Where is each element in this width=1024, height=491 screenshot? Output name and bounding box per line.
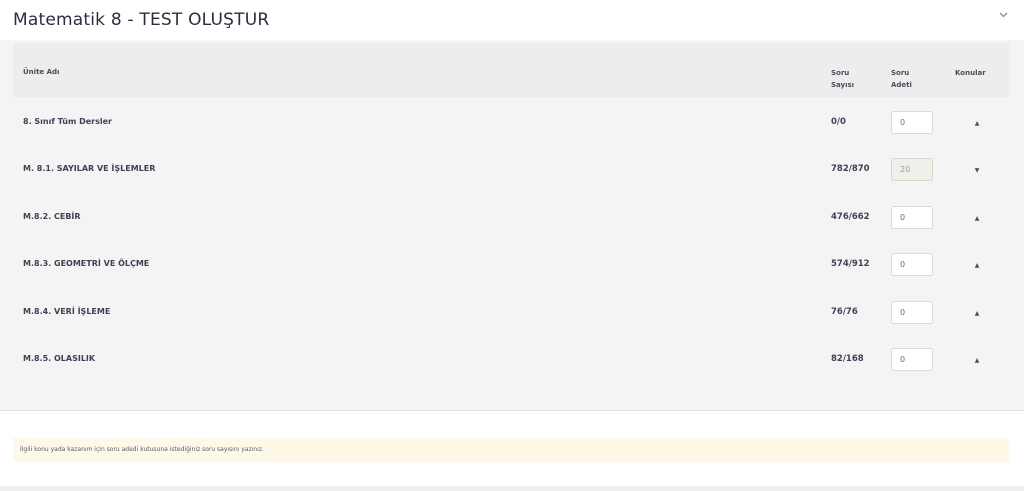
caret-up-icon[interactable]: ▲: [970, 212, 984, 224]
column-question-qty: Soru Adeti: [891, 67, 912, 91]
question-count: 476/662: [831, 212, 870, 222]
question-qty-input[interactable]: [891, 158, 933, 181]
column-question-count-line1: Soru: [831, 69, 850, 77]
info-notice: İlgili konu yada kazanım için soru adedi…: [13, 438, 1009, 462]
table-row: 8. Sınıf Tüm Dersler 0/0 ▲: [13, 100, 1009, 147]
card-header: Matematik 8 - TEST OLUŞTUR: [0, 0, 1024, 40]
test-builder-card: Matematik 8 - TEST OLUŞTUR Ünite Adı Sor…: [0, 0, 1024, 491]
caret-up-icon[interactable]: ▲: [970, 354, 984, 366]
card-bottom-edge: [0, 486, 1024, 491]
page-title: Matematik 8 - TEST OLUŞTUR: [13, 10, 270, 30]
caret-up-icon[interactable]: ▲: [970, 259, 984, 271]
caret-up-icon[interactable]: ▲: [970, 307, 984, 319]
units-panel: Ünite Adı Soru Sayısı Soru Adeti Konular…: [0, 40, 1024, 411]
question-qty-input[interactable]: [891, 206, 933, 229]
table-row: M.8.2. CEBİR 476/662 ▲: [13, 195, 1009, 242]
caret-up-icon[interactable]: ▲: [970, 117, 984, 129]
question-count: 76/76: [831, 307, 858, 317]
unit-name: M.8.5. OLASILIK: [23, 354, 96, 363]
question-count: 0/0: [831, 117, 846, 127]
column-question-count: Soru Sayısı: [831, 67, 854, 91]
question-count: 82/168: [831, 354, 864, 364]
caret-down-icon[interactable]: ▼: [970, 164, 984, 176]
question-qty-input[interactable]: [891, 301, 933, 324]
unit-name: 8. Sınıf Tüm Dersler: [23, 117, 112, 126]
question-count: 782/870: [831, 164, 870, 174]
question-qty-input[interactable]: [891, 111, 933, 134]
unit-name: M. 8.1. SAYILAR VE İŞLEMLER: [23, 164, 156, 173]
table-row: M.8.4. VERİ İŞLEME 76/76 ▲: [13, 290, 1009, 337]
chevron-down-icon[interactable]: [996, 8, 1010, 22]
unit-name: M.8.4. VERİ İŞLEME: [23, 307, 111, 316]
column-question-qty-line1: Soru: [891, 69, 910, 77]
column-question-qty-line2: Adeti: [891, 81, 912, 89]
column-topics: Konular: [955, 69, 986, 77]
table-row: M. 8.1. SAYILAR VE İŞLEMLER 782/870 ▼: [13, 147, 1009, 194]
column-unit-name: Ünite Adı: [23, 68, 60, 76]
table-row: M.8.3. GEOMETRİ VE ÖLÇME 574/912 ▲: [13, 242, 1009, 289]
table-row: M.8.5. OLASILIK 82/168 ▲: [13, 337, 1009, 384]
column-question-count-line2: Sayısı: [831, 81, 855, 89]
unit-name: M.8.2. CEBİR: [23, 212, 81, 221]
table-header: Ünite Adı Soru Sayısı Soru Adeti Konular: [13, 43, 1009, 97]
unit-name: M.8.3. GEOMETRİ VE ÖLÇME: [23, 259, 150, 268]
question-qty-input[interactable]: [891, 348, 933, 371]
question-qty-input[interactable]: [891, 253, 933, 276]
question-count: 574/912: [831, 259, 870, 269]
